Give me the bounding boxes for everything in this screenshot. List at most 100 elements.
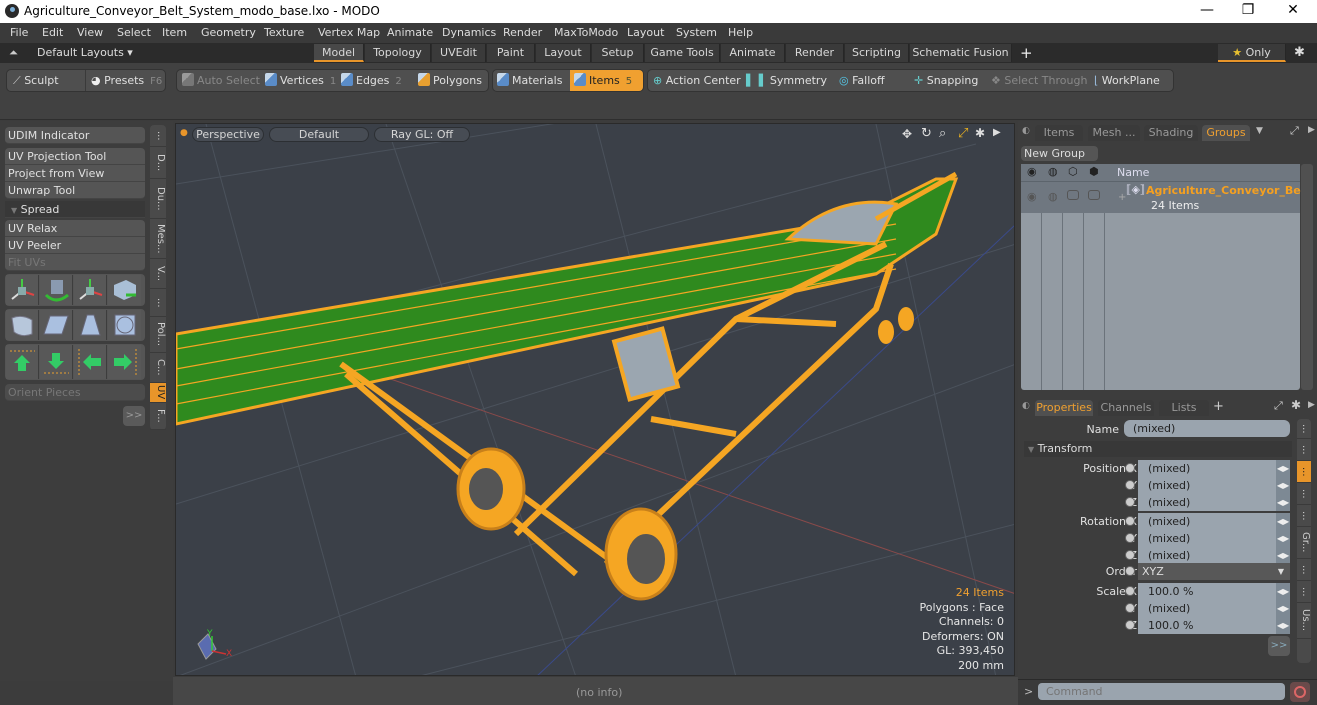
menu-render[interactable]: Render [503,26,542,39]
properties-more-button[interactable]: >> [1268,636,1290,656]
uv-scale-tool[interactable] [74,275,107,305]
align-down-button[interactable] [40,345,73,379]
uv-spherical-tool[interactable] [108,310,141,340]
property-field[interactable]: (mixed) ◀▶ [1138,547,1290,564]
transform-section-header[interactable]: ▼ Transform [1024,441,1292,457]
menu-texture[interactable]: Texture [264,26,304,39]
name-column-header[interactable]: Name [1117,166,1149,179]
viewport-dot-icon[interactable]: ● [180,128,188,138]
property-field[interactable]: (mixed) ◀▶ [1138,477,1290,494]
menu-geometry[interactable]: Geometry [201,26,256,39]
drag-slider-icon[interactable]: ◀▶ [1276,600,1290,617]
items-button[interactable]: Items 5 [570,70,643,91]
keyframe-dot-icon[interactable] [1125,497,1135,507]
uv-cylindrical-tool[interactable] [6,310,39,340]
pan-icon[interactable]: ✥ [902,127,912,141]
uv-relax-button[interactable]: UV Relax [5,220,145,237]
group-row[interactable]: ◉ ◍ + ⟦◈⟧ Agriculture_Conveyor_Be... 24 … [1021,181,1313,213]
keyframe-dot-icon[interactable] [1125,550,1135,560]
orient-pieces-button[interactable]: Orient Pieces [5,384,145,401]
row-visibility-icon[interactable]: ◉ [1027,190,1037,203]
menu-maxtomodo[interactable]: MaxToModo [554,26,618,39]
uv-perspective-tool[interactable] [74,310,107,340]
uv-peeler-button[interactable]: UV Peeler [5,237,145,254]
property-field[interactable]: 100.0 % ◀▶ [1138,583,1290,600]
side-tab-3[interactable]: ... [1297,483,1311,505]
dropdown-arrow-icon[interactable]: ▼ [1278,563,1284,580]
properties-menu-arrow-icon[interactable]: ▶ [1308,400,1315,410]
minimize-button[interactable]: — [1192,2,1222,18]
vtab-uv[interactable]: UV [150,383,166,403]
side-tab-4[interactable]: ... [1297,505,1311,527]
auto-select-button[interactable]: Auto Select [182,70,260,91]
name-field[interactable]: (mixed) [1124,420,1290,437]
tab-paint[interactable]: Paint [487,44,535,62]
vtab-c[interactable]: C... [150,353,166,383]
record-button[interactable] [1290,682,1310,702]
side-tab-7[interactable]: ... [1297,581,1311,603]
action-center-button[interactable]: ⊕ Action Center [653,70,741,91]
maximize-view-icon[interactable]: ⤢ [958,126,968,141]
rotate-view-icon[interactable]: ↻ [921,126,932,141]
tab-model[interactable]: Model [314,44,364,62]
vtab-d[interactable]: D... [150,147,166,179]
raygl-toggle[interactable]: Ray GL: Off [374,127,470,142]
panel-dot-icon[interactable]: ◐ [1022,126,1030,136]
keyframe-dot-icon[interactable] [1125,533,1135,543]
select-through-button[interactable]: ❖ Select Through [991,70,1087,91]
vtab-v[interactable]: V... [150,259,166,289]
property-field[interactable]: (mixed) ◀▶ [1138,460,1290,477]
menu-vertex-map[interactable]: Vertex Map [318,26,380,39]
menu-system[interactable]: System [676,26,717,39]
vtab-pol[interactable]: Pol... [150,317,166,353]
close-button[interactable]: ✕ [1278,2,1308,18]
vertices-button[interactable]: Vertices 1 [265,70,336,91]
row-lock-toggle[interactable] [1067,190,1079,200]
group-name[interactable]: Agriculture_Conveyor_Be... [1146,184,1313,197]
expand-properties-icon[interactable]: ⤢ [1274,399,1283,413]
menu-edit[interactable]: Edit [42,26,63,39]
drag-slider-icon[interactable]: ◀▶ [1276,530,1290,547]
spread-section-header[interactable]: ▼ Spread [5,201,145,218]
edges-button[interactable]: Edges 2 [341,70,402,91]
side-tab-gr[interactable]: Gr... [1297,527,1311,559]
menu-help[interactable]: Help [728,26,753,39]
menu-animate[interactable]: Animate [387,26,433,39]
panel-menu-arrow-icon[interactable]: ▶ [1308,125,1315,135]
align-up-button[interactable] [6,345,39,379]
tab-items[interactable]: Items [1035,125,1083,141]
vtab-f[interactable]: F... [150,403,166,430]
keyframe-dot-icon[interactable] [1125,566,1135,576]
property-field[interactable]: (mixed) ◀▶ [1138,600,1290,617]
menu-select[interactable]: Select [117,26,151,39]
drag-slider-icon[interactable]: ◀▶ [1276,494,1290,511]
keyframe-dot-icon[interactable] [1125,603,1135,613]
lock-column-icon[interactable]: ⬡ [1068,165,1078,178]
tab-layout[interactable]: Layout [536,44,591,62]
groups-scrollbar[interactable] [1301,164,1313,390]
snapping-button[interactable]: ✛ Snapping [914,70,978,91]
view-type-dropdown[interactable]: Perspective [192,127,264,142]
menu-file[interactable]: File [10,26,28,39]
tabs-dropdown-icon[interactable]: ▼ [1256,126,1263,136]
side-tab-6[interactable]: ... [1297,559,1311,581]
tab-mesh[interactable]: Mesh ... [1088,125,1140,141]
tab-setup[interactable]: Setup [592,44,644,62]
3d-viewport[interactable]: Y X ● Perspective Default Ray GL: Off ✥ … [175,123,1015,676]
restore-button[interactable]: ❐ [1233,2,1263,18]
menu-view[interactable]: View [77,26,103,39]
side-tab-us[interactable]: Us... [1297,603,1311,639]
keyframe-dot-icon[interactable] [1125,480,1135,490]
symmetry-button[interactable]: ▌▐ Symmetry [746,70,827,91]
side-tab-0[interactable]: ... [1297,419,1311,439]
tab-lists[interactable]: Lists [1159,400,1209,416]
tab-groups[interactable]: Groups [1202,125,1250,141]
keyframe-dot-icon[interactable] [1125,463,1135,473]
unwrap-tool-button[interactable]: Unwrap Tool [5,182,145,199]
tab-animate[interactable]: Animate [721,44,785,62]
visibility-column-icon[interactable]: ◉ [1027,165,1037,178]
select-column-icon[interactable]: ⬢ [1089,165,1099,178]
row-select-toggle[interactable] [1088,190,1100,200]
zoom-view-icon[interactable]: ⌕ [939,126,946,141]
tab-game-tools[interactable]: Game Tools [645,44,720,62]
